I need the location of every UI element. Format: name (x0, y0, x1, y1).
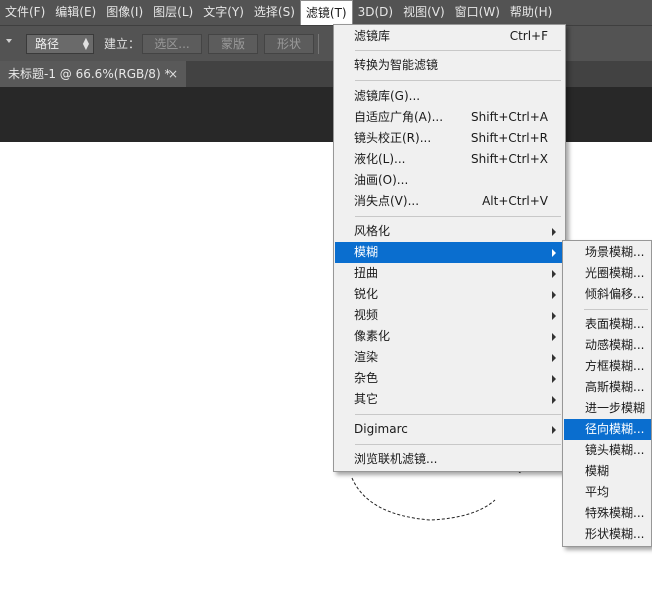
submenu-arrow-icon (552, 270, 556, 278)
submenu-arrow-icon (552, 312, 556, 320)
submenu-item-shape-blur[interactable]: 形状模糊... (564, 524, 651, 545)
menu-item-blur[interactable]: 模糊 (335, 242, 564, 263)
menu-item-convert-smart-filter[interactable]: 转换为智能滤镜 (335, 55, 564, 76)
menu-item-noise[interactable]: 杂色 (335, 368, 564, 389)
submenu-arrow-icon (552, 396, 556, 404)
menu-item-filter-gallery-last[interactable]: 滤镜库 Ctrl+F (335, 26, 564, 47)
submenu-item-motion-blur[interactable]: 动感模糊... (564, 335, 651, 356)
submenu-item-gaussian-blur[interactable]: 高斯模糊... (564, 377, 651, 398)
submenu-item-tilt-shift[interactable]: 倾斜偏移... (564, 284, 651, 305)
submenu-item-lens-blur[interactable]: 镜头模糊... (564, 440, 651, 461)
menu-item-video[interactable]: 视频 (335, 305, 564, 326)
submenu-item-average[interactable]: 平均 (564, 482, 651, 503)
menu-item-filter-gallery[interactable]: 滤镜库(G)... (335, 86, 564, 107)
menu-separator (355, 50, 561, 51)
submenu-item-field-blur[interactable]: 场景模糊... (564, 242, 651, 263)
submenu-arrow-icon (552, 426, 556, 434)
menu-item-distort[interactable]: 扭曲 (335, 263, 564, 284)
blur-submenu: 场景模糊... 光圈模糊... 倾斜偏移... 表面模糊... 动感模糊... … (562, 240, 652, 547)
menu-item-lens-correction[interactable]: 镜头校正(R)... Shift+Ctrl+R (335, 128, 564, 149)
menu-item-render[interactable]: 渲染 (335, 347, 564, 368)
submenu-arrow-icon (552, 354, 556, 362)
menu-separator (355, 444, 561, 445)
menu-item-other[interactable]: 其它 (335, 389, 564, 410)
menu-separator (355, 80, 561, 81)
submenu-item-iris-blur[interactable]: 光圈模糊... (564, 263, 651, 284)
menu-item-sharpen[interactable]: 锐化 (335, 284, 564, 305)
menu-item-pixelate[interactable]: 像素化 (335, 326, 564, 347)
submenu-item-box-blur[interactable]: 方框模糊... (564, 356, 651, 377)
menu-item-browse-online-filters[interactable]: 浏览联机滤镜... (335, 449, 564, 470)
menu-separator (355, 216, 561, 217)
submenu-arrow-icon (552, 375, 556, 383)
menu-separator (355, 414, 561, 415)
submenu-item-radial-blur[interactable]: 径向模糊... (564, 419, 651, 440)
submenu-arrow-icon (552, 333, 556, 341)
menu-item-liquify[interactable]: 液化(L)... Shift+Ctrl+X (335, 149, 564, 170)
submenu-arrow-icon (552, 291, 556, 299)
submenu-separator (584, 309, 648, 310)
submenu-item-surface-blur[interactable]: 表面模糊... (564, 314, 651, 335)
submenu-arrow-icon (552, 249, 556, 257)
menu-item-digimarc[interactable]: Digimarc (335, 419, 564, 440)
submenu-item-smart-blur[interactable]: 特殊模糊... (564, 503, 651, 524)
submenu-item-blur-more[interactable]: 进一步模糊 (564, 398, 651, 419)
menu-item-vanishing-point[interactable]: 消失点(V)... Alt+Ctrl+V (335, 191, 564, 212)
menu-item-adaptive-wide-angle[interactable]: 自适应广角(A)... Shift+Ctrl+A (335, 107, 564, 128)
submenu-item-blur[interactable]: 模糊 (564, 461, 651, 482)
menu-item-stylize[interactable]: 风格化 (335, 221, 564, 242)
submenu-arrow-icon (552, 228, 556, 236)
filter-menu: 滤镜库 Ctrl+F 转换为智能滤镜 滤镜库(G)... 自适应广角(A)...… (333, 24, 566, 472)
menu-item-oil-paint[interactable]: 油画(O)... (335, 170, 564, 191)
